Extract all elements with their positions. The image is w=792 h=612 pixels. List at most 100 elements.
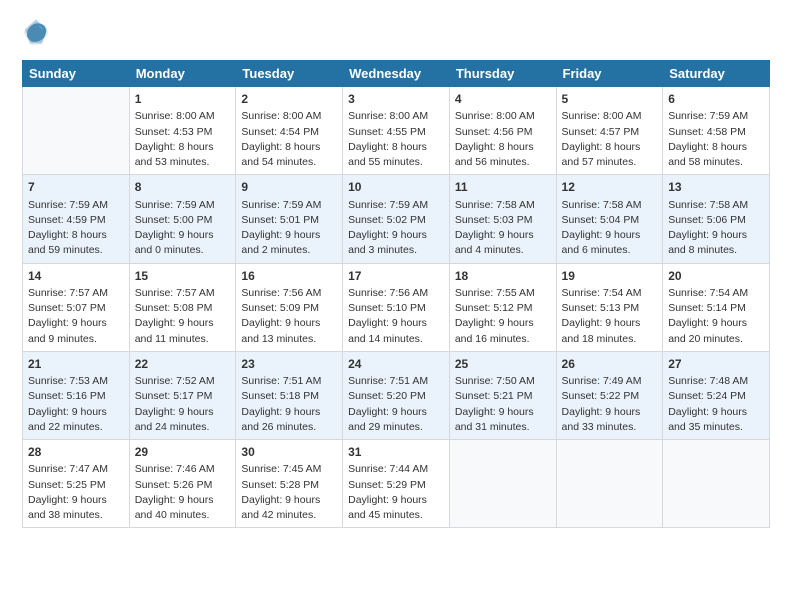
calendar-cell <box>663 440 770 528</box>
day-number: 14 <box>28 268 124 285</box>
calendar-cell: 26Sunrise: 7:49 AM Sunset: 5:22 PM Dayli… <box>556 351 663 439</box>
calendar-cell: 21Sunrise: 7:53 AM Sunset: 5:16 PM Dayli… <box>23 351 130 439</box>
calendar-cell: 2Sunrise: 8:00 AM Sunset: 4:54 PM Daylig… <box>236 87 343 175</box>
calendar-week-row: 21Sunrise: 7:53 AM Sunset: 5:16 PM Dayli… <box>23 351 770 439</box>
day-number: 18 <box>455 268 551 285</box>
day-info: Sunrise: 8:00 AM Sunset: 4:55 PM Dayligh… <box>348 109 444 170</box>
calendar-cell: 3Sunrise: 8:00 AM Sunset: 4:55 PM Daylig… <box>343 87 450 175</box>
day-number: 11 <box>455 179 551 196</box>
col-header-friday: Friday <box>556 61 663 87</box>
day-number: 23 <box>241 356 337 373</box>
day-info: Sunrise: 7:44 AM Sunset: 5:29 PM Dayligh… <box>348 462 444 523</box>
day-number: 9 <box>241 179 337 196</box>
day-number: 5 <box>562 91 658 108</box>
day-info: Sunrise: 7:52 AM Sunset: 5:17 PM Dayligh… <box>135 374 231 435</box>
calendar-week-row: 7Sunrise: 7:59 AM Sunset: 4:59 PM Daylig… <box>23 175 770 263</box>
generalblue-logo-icon <box>22 18 50 46</box>
calendar-week-row: 28Sunrise: 7:47 AM Sunset: 5:25 PM Dayli… <box>23 440 770 528</box>
day-info: Sunrise: 7:57 AM Sunset: 5:07 PM Dayligh… <box>28 286 124 347</box>
calendar-cell: 5Sunrise: 8:00 AM Sunset: 4:57 PM Daylig… <box>556 87 663 175</box>
calendar-cell: 19Sunrise: 7:54 AM Sunset: 5:13 PM Dayli… <box>556 263 663 351</box>
day-info: Sunrise: 7:55 AM Sunset: 5:12 PM Dayligh… <box>455 286 551 347</box>
day-info: Sunrise: 7:58 AM Sunset: 5:06 PM Dayligh… <box>668 198 764 259</box>
day-number: 26 <box>562 356 658 373</box>
day-info: Sunrise: 7:47 AM Sunset: 5:25 PM Dayligh… <box>28 462 124 523</box>
day-info: Sunrise: 8:00 AM Sunset: 4:53 PM Dayligh… <box>135 109 231 170</box>
day-number: 10 <box>348 179 444 196</box>
calendar-cell: 15Sunrise: 7:57 AM Sunset: 5:08 PM Dayli… <box>129 263 236 351</box>
day-info: Sunrise: 7:45 AM Sunset: 5:28 PM Dayligh… <box>241 462 337 523</box>
calendar-cell: 11 Sunrise: 7:58 AM Sunset: 5:03 PM Dayli… <box>449 175 556 263</box>
calendar-cell <box>449 440 556 528</box>
day-info: Sunrise: 8:00 AM Sunset: 4:54 PM Dayligh… <box>241 109 337 170</box>
calendar-cell: 10 Sunrise: 7:59 AM Sunset: 5:02 PM Dayli… <box>343 175 450 263</box>
day-info: Sunrise: 7:58 AM Sunset: 5:03 PM Dayligh… <box>455 198 551 259</box>
day-info: Sunrise: 8:00 AM Sunset: 4:56 PM Dayligh… <box>455 109 551 170</box>
day-number: 29 <box>135 444 231 461</box>
calendar-cell: 12 Sunrise: 7:58 AM Sunset: 5:04 PM Dayli… <box>556 175 663 263</box>
day-info: Sunrise: 7:46 AM Sunset: 5:26 PM Dayligh… <box>135 462 231 523</box>
calendar-cell: 9 Sunrise: 7:59 AM Sunset: 5:01 PM Daylig… <box>236 175 343 263</box>
calendar-cell: 31Sunrise: 7:44 AM Sunset: 5:29 PM Dayli… <box>343 440 450 528</box>
day-info: Sunrise: 7:57 AM Sunset: 5:08 PM Dayligh… <box>135 286 231 347</box>
day-number: 7 <box>28 179 124 196</box>
day-info: Sunrise: 7:51 AM Sunset: 5:18 PM Dayligh… <box>241 374 337 435</box>
calendar-cell: 30Sunrise: 7:45 AM Sunset: 5:28 PM Dayli… <box>236 440 343 528</box>
day-info: Sunrise: 7:56 AM Sunset: 5:09 PM Dayligh… <box>241 286 337 347</box>
day-number: 16 <box>241 268 337 285</box>
day-number: 24 <box>348 356 444 373</box>
day-number: 22 <box>135 356 231 373</box>
day-info: Sunrise: 7:56 AM Sunset: 5:10 PM Dayligh… <box>348 286 444 347</box>
calendar-cell: 16Sunrise: 7:56 AM Sunset: 5:09 PM Dayli… <box>236 263 343 351</box>
day-number: 3 <box>348 91 444 108</box>
day-number: 19 <box>562 268 658 285</box>
calendar-cell: 17Sunrise: 7:56 AM Sunset: 5:10 PM Dayli… <box>343 263 450 351</box>
calendar-cell: 29Sunrise: 7:46 AM Sunset: 5:26 PM Dayli… <box>129 440 236 528</box>
calendar-cell: 22Sunrise: 7:52 AM Sunset: 5:17 PM Dayli… <box>129 351 236 439</box>
col-header-wednesday: Wednesday <box>343 61 450 87</box>
day-number: 4 <box>455 91 551 108</box>
day-info: Sunrise: 8:00 AM Sunset: 4:57 PM Dayligh… <box>562 109 658 170</box>
day-number: 8 <box>135 179 231 196</box>
calendar-cell: 23Sunrise: 7:51 AM Sunset: 5:18 PM Dayli… <box>236 351 343 439</box>
day-info: Sunrise: 7:59 AM Sunset: 4:58 PM Dayligh… <box>668 109 764 170</box>
day-number: 13 <box>668 179 764 196</box>
day-number: 28 <box>28 444 124 461</box>
calendar-cell: 7Sunrise: 7:59 AM Sunset: 4:59 PM Daylig… <box>23 175 130 263</box>
calendar-cell: 20Sunrise: 7:54 AM Sunset: 5:14 PM Dayli… <box>663 263 770 351</box>
col-header-saturday: Saturday <box>663 61 770 87</box>
day-number: 20 <box>668 268 764 285</box>
calendar-cell <box>23 87 130 175</box>
header <box>22 18 770 46</box>
day-info: Sunrise: 7:58 AM Sunset: 5:04 PM Dayligh… <box>562 198 658 259</box>
col-header-tuesday: Tuesday <box>236 61 343 87</box>
calendar-cell: 13 Sunrise: 7:58 AM Sunset: 5:06 PM Dayli… <box>663 175 770 263</box>
calendar-cell <box>556 440 663 528</box>
calendar-cell: 6Sunrise: 7:59 AM Sunset: 4:58 PM Daylig… <box>663 87 770 175</box>
calendar-cell: 4Sunrise: 8:00 AM Sunset: 4:56 PM Daylig… <box>449 87 556 175</box>
day-number: 1 <box>135 91 231 108</box>
calendar-cell: 28Sunrise: 7:47 AM Sunset: 5:25 PM Dayli… <box>23 440 130 528</box>
day-info: Sunrise: 7:59 AM Sunset: 5:01 PM Dayligh… <box>241 198 337 259</box>
day-info: Sunrise: 7:48 AM Sunset: 5:24 PM Dayligh… <box>668 374 764 435</box>
calendar-cell: 24Sunrise: 7:51 AM Sunset: 5:20 PM Dayli… <box>343 351 450 439</box>
day-number: 31 <box>348 444 444 461</box>
day-number: 12 <box>562 179 658 196</box>
day-number: 15 <box>135 268 231 285</box>
col-header-sunday: Sunday <box>23 61 130 87</box>
calendar-cell: 14Sunrise: 7:57 AM Sunset: 5:07 PM Dayli… <box>23 263 130 351</box>
day-number: 6 <box>668 91 764 108</box>
calendar-week-row: 1Sunrise: 8:00 AM Sunset: 4:53 PM Daylig… <box>23 87 770 175</box>
day-info: Sunrise: 7:59 AM Sunset: 5:02 PM Dayligh… <box>348 198 444 259</box>
calendar-cell: 1Sunrise: 8:00 AM Sunset: 4:53 PM Daylig… <box>129 87 236 175</box>
col-header-monday: Monday <box>129 61 236 87</box>
day-info: Sunrise: 7:54 AM Sunset: 5:14 PM Dayligh… <box>668 286 764 347</box>
calendar-week-row: 14Sunrise: 7:57 AM Sunset: 5:07 PM Dayli… <box>23 263 770 351</box>
day-number: 2 <box>241 91 337 108</box>
calendar-cell: 25Sunrise: 7:50 AM Sunset: 5:21 PM Dayli… <box>449 351 556 439</box>
day-number: 27 <box>668 356 764 373</box>
day-number: 25 <box>455 356 551 373</box>
calendar-table: SundayMondayTuesdayWednesdayThursdayFrid… <box>22 60 770 528</box>
calendar-cell: 27Sunrise: 7:48 AM Sunset: 5:24 PM Dayli… <box>663 351 770 439</box>
day-info: Sunrise: 7:53 AM Sunset: 5:16 PM Dayligh… <box>28 374 124 435</box>
